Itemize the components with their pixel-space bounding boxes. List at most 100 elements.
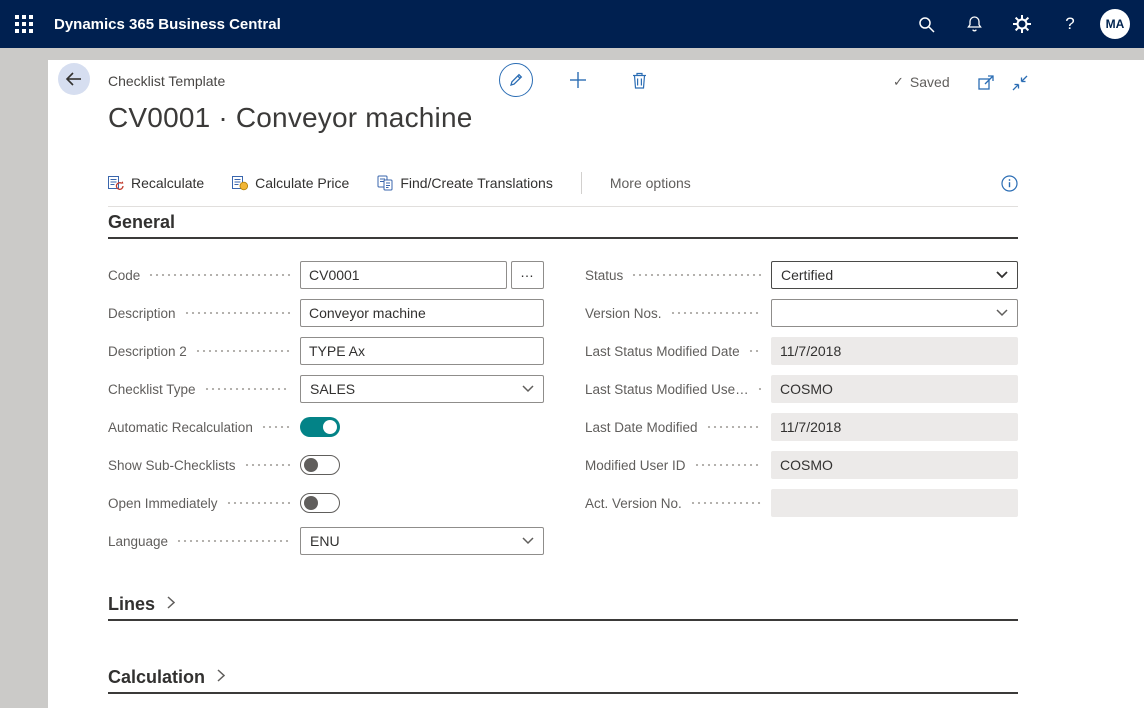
recalculate-action[interactable]: Recalculate — [108, 175, 204, 191]
new-button[interactable] — [568, 70, 588, 90]
edit-button[interactable] — [499, 63, 533, 97]
translations-icon — [377, 175, 393, 191]
field-row-status: Status Certified — [585, 256, 1018, 294]
field-row-auto-recalc: Automatic Recalculation — [108, 408, 544, 446]
version-nos-select[interactable] — [771, 299, 1018, 327]
delete-button[interactable] — [631, 71, 647, 89]
dotted-leader — [670, 312, 761, 314]
dotted-leader — [148, 274, 290, 276]
plus-icon — [568, 70, 588, 90]
modified-user-label: Modified User ID — [585, 458, 686, 473]
app-launcher-button[interactable] — [0, 0, 48, 48]
page-caption: Checklist Template — [108, 73, 225, 89]
field-row-version-nos: Version Nos. — [585, 294, 1018, 332]
dotted-leader — [706, 426, 761, 428]
description2-input[interactable] — [300, 337, 544, 365]
field-row-code: Code … — [108, 256, 544, 294]
last-status-date-value: 11/7/2018 — [771, 337, 1018, 365]
last-date-modified-label: Last Date Modified — [585, 420, 698, 435]
open-immediately-toggle[interactable] — [300, 493, 340, 513]
last-date-modified-value: 11/7/2018 — [771, 413, 1018, 441]
check-icon: ✓ — [893, 74, 904, 90]
code-input[interactable] — [300, 261, 507, 289]
top-navbar: Dynamics 365 Business Central — [0, 0, 1144, 48]
show-sub-label: Show Sub-Checklists — [108, 458, 236, 473]
back-button[interactable] — [58, 63, 90, 95]
version-nos-label: Version Nos. — [585, 306, 662, 321]
general-right-column: Status Certified Version Nos. Last Statu… — [585, 256, 1018, 522]
act-version-label: Act. Version No. — [585, 496, 682, 511]
field-row-last-status-date: Last Status Modified Date 11/7/2018 — [585, 332, 1018, 370]
status-value: Certified — [781, 267, 833, 283]
dotted-leader — [244, 464, 290, 466]
dotted-leader — [631, 274, 761, 276]
navbar-right: ? MA — [902, 0, 1144, 48]
lines-section-header[interactable]: Lines — [108, 594, 1018, 621]
calculate-price-icon — [232, 175, 248, 191]
dotted-leader — [261, 426, 290, 428]
search-icon — [918, 16, 935, 33]
translations-action[interactable]: Find/Create Translations — [377, 175, 553, 191]
general-section-header[interactable]: General — [108, 212, 1018, 239]
chevron-down-icon — [522, 537, 534, 545]
description-input[interactable] — [300, 299, 544, 327]
general-heading: General — [108, 212, 175, 233]
settings-button[interactable] — [998, 0, 1046, 48]
checklist-type-value: SALES — [310, 381, 355, 397]
page-title: CV0001 · Conveyor machine — [108, 102, 473, 134]
code-assist-edit-button[interactable]: … — [511, 261, 544, 289]
dotted-leader — [690, 502, 761, 504]
help-icon: ? — [1065, 14, 1074, 34]
bell-icon — [966, 15, 983, 33]
dotted-leader — [694, 464, 761, 466]
dotted-leader — [195, 350, 290, 352]
last-status-user-label: Last Status Modified User... — [585, 382, 749, 397]
waffle-icon — [15, 15, 33, 33]
open-immediately-label: Open Immediately — [108, 496, 218, 511]
status-select[interactable]: Certified — [771, 261, 1018, 289]
dotted-leader — [757, 388, 761, 390]
calculation-heading: Calculation — [108, 667, 205, 688]
save-status-label: Saved — [910, 74, 950, 90]
action-bar-separator — [581, 172, 582, 194]
calculation-section-header[interactable]: Calculation — [108, 667, 1018, 694]
description2-label: Description 2 — [108, 344, 187, 359]
user-avatar[interactable]: MA — [1100, 9, 1130, 39]
show-sub-toggle[interactable] — [300, 455, 340, 475]
trash-icon — [632, 72, 647, 89]
act-version-value — [771, 489, 1018, 517]
collapse-view-button[interactable] — [1012, 75, 1028, 96]
translations-label: Find/Create Translations — [400, 175, 553, 191]
chevron-down-icon — [522, 385, 534, 393]
field-row-description: Description — [108, 294, 544, 332]
search-button[interactable] — [902, 0, 950, 48]
ellipsis-icon: … — [520, 264, 535, 280]
field-row-open-immediately: Open Immediately — [108, 484, 544, 522]
dotted-leader — [748, 350, 761, 352]
gear-icon — [1013, 15, 1031, 33]
checklist-type-label: Checklist Type — [108, 382, 196, 397]
field-row-last-status-user: Last Status Modified User... COSMO — [585, 370, 1018, 408]
field-row-checklist-type: Checklist Type SALES — [108, 370, 544, 408]
field-row-act-version: Act. Version No. — [585, 484, 1018, 522]
open-in-new-window-button[interactable] — [978, 75, 996, 96]
pencil-icon — [508, 72, 524, 88]
auto-recalc-toggle[interactable] — [300, 417, 340, 437]
code-label: Code — [108, 268, 140, 283]
page-card: Checklist Template ✓ Saved CV0001 · Conv… — [48, 60, 1144, 708]
modified-user-value: COSMO — [771, 451, 1018, 479]
info-button[interactable] — [1001, 175, 1018, 192]
more-options-button[interactable]: More options — [610, 175, 691, 191]
calculate-price-label: Calculate Price — [255, 175, 349, 191]
language-value: ENU — [310, 533, 340, 549]
calculate-price-action[interactable]: Calculate Price — [232, 175, 349, 191]
dotted-leader — [204, 388, 290, 390]
checklist-type-select[interactable]: SALES — [300, 375, 544, 403]
language-select[interactable]: ENU — [300, 527, 544, 555]
back-arrow-icon — [65, 71, 83, 87]
last-status-user-value: COSMO — [771, 375, 1018, 403]
help-button[interactable]: ? — [1046, 0, 1094, 48]
notifications-button[interactable] — [950, 0, 998, 48]
language-label: Language — [108, 534, 168, 549]
chevron-down-icon — [996, 309, 1008, 317]
